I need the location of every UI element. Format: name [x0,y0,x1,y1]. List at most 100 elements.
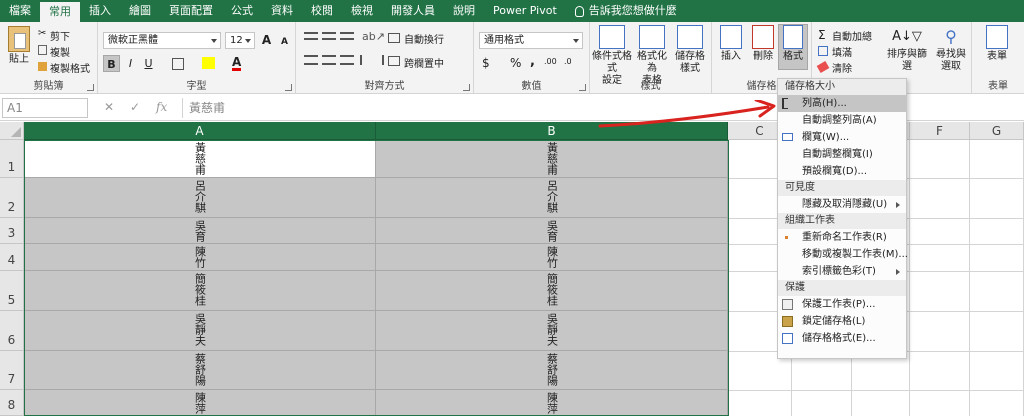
name-box[interactable]: A1 [2,98,88,118]
cancel-icon[interactable]: ✕ [104,100,114,114]
menu-item-lock-cell[interactable]: 鎖定儲存格(L) [778,313,906,330]
menu-item-move-copy-sheet[interactable]: 移動或複製工作表(M)... [778,246,908,263]
paste-button[interactable]: 貼上 [4,26,34,66]
orientation-icon[interactable]: ab↗ [362,30,385,43]
column-header-f[interactable]: F [910,122,970,140]
menu-item-tab-color[interactable]: 索引標籤色彩(T) [778,263,906,280]
decrease-indent-icon[interactable] [360,55,370,65]
cell-b6[interactable]: 吳靜夫 [376,311,728,351]
font-size-select[interactable]: 12 [225,32,255,49]
column-f-cells[interactable] [910,140,970,416]
format-cells-button[interactable]: 格式 [778,24,808,70]
tab-review[interactable]: 校閱 [302,0,342,22]
currency-button[interactable]: $ [482,56,490,70]
menu-item-format-cells[interactable]: 儲存格格式(E)... [778,330,906,347]
number-launcher-icon[interactable] [579,84,586,91]
menu-item-autofit-column[interactable]: 自動調整欄寬(I) [778,146,906,163]
align-right-icon[interactable] [340,55,354,65]
cell-b8[interactable]: 陳萍 [376,390,728,416]
italic-button[interactable]: I [122,55,139,72]
cell-b2[interactable]: 呂介騏 [376,178,728,218]
tab-formulas[interactable]: 公式 [222,0,262,22]
tab-power-pivot[interactable]: Power Pivot [484,0,566,22]
delete-cells-button[interactable]: 刪除 [748,25,778,63]
cell-b5[interactable]: 簡筱桂 [376,271,728,311]
autosum-button[interactable]: 自動加總 [832,28,872,43]
column-g-cells[interactable] [970,140,1024,416]
cell-a5[interactable]: 簡筱桂 [24,271,376,311]
tab-insert[interactable]: 插入 [80,0,120,22]
tab-page-layout[interactable]: 頁面配置 [160,0,222,22]
row-header-3[interactable]: 3 [0,218,24,244]
row-header-8[interactable]: 8 [0,390,24,416]
fill-color-icon[interactable] [202,57,215,69]
form-button[interactable]: 表單 [978,25,1016,63]
cell-b4[interactable]: 陳竹 [376,244,728,271]
align-bottom-icon[interactable] [340,32,354,40]
menu-item-column-width[interactable]: 欄寬(W)... [778,129,906,146]
row-header-5[interactable]: 5 [0,271,24,311]
fill-button[interactable]: 填滿 [832,44,852,59]
tab-help[interactable]: 說明 [444,0,484,22]
format-painter-button[interactable]: 複製格式 [50,60,90,75]
find-select-button[interactable]: ⚲ 尋找與 選取 [932,25,970,73]
merge-center-button[interactable]: 跨欄置中 [404,55,444,70]
column-header-g[interactable]: G [970,122,1024,140]
menu-item-row-height[interactable]: 列高(H)... [778,95,906,112]
tab-view[interactable]: 檢視 [342,0,382,22]
tab-developer[interactable]: 開發人員 [382,0,444,22]
increase-indent-icon[interactable] [374,55,384,65]
font-launcher-icon[interactable] [285,84,292,91]
tab-draw[interactable]: 繪圖 [120,0,160,22]
cell-a7[interactable]: 蔡舒陽 [24,351,376,390]
cell-a3[interactable]: 吳育 [24,218,376,244]
decrease-decimal-button[interactable]: .0 [564,57,572,66]
cell-a8[interactable]: 陳萍 [24,390,376,416]
menu-item-default-width[interactable]: 預設欄寬(D)... [778,163,906,180]
comma-button[interactable]: , [530,54,535,69]
clipboard-launcher-icon[interactable] [87,84,94,91]
font-name-select[interactable]: 微軟正黑體 [103,32,221,49]
cell-b1[interactable]: 黃慈甫 [376,140,728,178]
align-center-icon[interactable] [322,55,336,65]
tab-home[interactable]: 常用 [40,2,80,22]
tab-data[interactable]: 資料 [262,0,302,22]
number-format-select[interactable]: 通用格式 [479,32,583,49]
tab-file[interactable]: 檔案 [0,0,40,22]
row-header-2[interactable]: 2 [0,178,24,218]
align-middle-icon[interactable] [322,32,336,40]
cell-a2[interactable]: 呂介騏 [24,178,376,218]
grow-font-button[interactable]: A [258,32,275,49]
select-all-button[interactable] [0,122,24,140]
font-color-icon[interactable]: A [232,56,242,71]
cell-b7[interactable]: 蔡舒陽 [376,351,728,390]
underline-button[interactable]: U [140,55,157,72]
align-left-icon[interactable] [304,55,318,65]
sort-filter-button[interactable]: A↓▽ 排序與篩選 [884,25,930,73]
insert-cells-button[interactable]: 插入 [716,25,746,63]
menu-item-hide-unhide[interactable]: 隱藏及取消隱藏(U) [778,196,906,213]
column-header-a[interactable]: A [24,122,376,140]
clear-button[interactable]: 清除 [832,60,852,75]
cell-a4[interactable]: 陳竹 [24,244,376,271]
enter-icon[interactable]: ✓ [130,100,140,114]
insert-function-icon[interactable]: fx [156,100,167,114]
row-header-6[interactable]: 6 [0,311,24,351]
cut-button[interactable]: 剪下 [50,28,70,43]
alignment-launcher-icon[interactable] [463,84,470,91]
menu-item-protect-sheet[interactable]: 保護工作表(P)... [778,296,906,313]
row-header-7[interactable]: 7 [0,351,24,390]
cell-b3[interactable]: 吳育 [376,218,728,244]
cell-styles-button[interactable]: 儲存格 樣式 [672,25,708,75]
wrap-text-button[interactable]: 自動換行 [404,31,444,46]
increase-decimal-button[interactable]: .00 [544,57,557,66]
menu-item-rename-sheet[interactable]: 重新命名工作表(R) [778,229,906,246]
align-top-icon[interactable] [304,32,318,40]
menu-item-autofit-row[interactable]: 自動調整列高(A) [778,112,906,129]
bold-button[interactable]: B [103,55,120,72]
borders-icon[interactable] [172,58,184,70]
percent-button[interactable]: % [510,56,521,70]
cell-a6[interactable]: 吳靜夫 [24,311,376,351]
row-header-4[interactable]: 4 [0,244,24,271]
row-header-1[interactable]: 1 [0,140,24,178]
